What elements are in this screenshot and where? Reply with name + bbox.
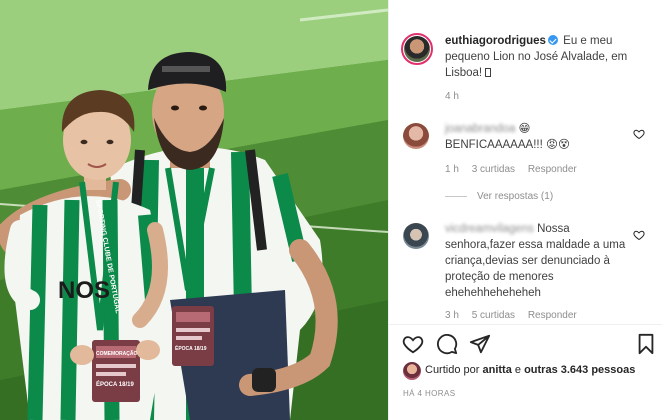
caption-meta: 4 h <box>445 91 469 102</box>
comment-body: vicdreamvilagens Nossa senhora,fazer ess… <box>445 221 631 301</box>
comment-meta: 3 h 5 curtidas Responder <box>445 310 587 321</box>
comment-bubble-icon[interactable] <box>436 333 458 355</box>
man-credential-text: ÉPOCA 18/19 <box>175 344 207 352</box>
emoji-glyph-icon <box>485 68 492 77</box>
comment-username[interactable]: vicdreamvilagens <box>445 223 534 235</box>
comment-reply-link[interactable]: Responder <box>528 310 577 321</box>
comment-time: 3 h <box>445 310 459 321</box>
comment-likes-count[interactable]: 3 curtidas <box>472 164 515 175</box>
save-bookmark-icon[interactable] <box>635 333 657 355</box>
comment-body: joanabrandoa 😁 BENFICAAAAAA!!! 😡😵 <box>445 121 631 153</box>
comment-text: BENFICAAAAAA!!! 😡😵 <box>445 139 570 151</box>
comment-like-heart-icon[interactable] <box>633 128 645 140</box>
comment-reply-link[interactable]: Responder <box>528 164 577 175</box>
likes-others[interactable]: outras 3.643 pessoas <box>524 364 635 376</box>
comment-like-heart-icon[interactable] <box>633 229 645 241</box>
credential-line-1: COMEMORAÇÃO <box>96 350 137 357</box>
verified-badge-icon <box>547 35 558 45</box>
liker-avatar[interactable] <box>403 362 421 380</box>
comment-time: 1 h <box>445 164 459 175</box>
comment-avatar[interactable] <box>403 123 429 149</box>
view-replies-link[interactable]: Ver respostas (1) <box>445 191 553 202</box>
comment-username[interactable]: joanabrandoa <box>445 123 515 135</box>
caption-time: 4 h <box>445 91 459 102</box>
likes-connector: e <box>514 364 522 376</box>
likes-user[interactable]: anitta <box>482 364 511 376</box>
comment-meta: 1 h 3 curtidas Responder <box>445 164 587 175</box>
comment-likes-count[interactable]: 5 curtidas <box>472 310 515 321</box>
share-paper-plane-icon[interactable] <box>469 333 491 355</box>
actions-divider <box>389 324 662 325</box>
comment-avatar[interactable] <box>403 223 429 249</box>
author-avatar[interactable] <box>401 33 433 65</box>
photo-scene: NOS SPORTING CLUBE DE PORTUGAL COMEMORAÇ… <box>0 0 388 420</box>
comment-username-emoji: 😁 <box>518 123 531 135</box>
caption-username[interactable]: euthiagorodrigues <box>445 35 546 47</box>
likes-summary: Curtido por anitta e outras 3.643 pessoa… <box>425 364 635 376</box>
post-timestamp[interactable]: HÁ 4 HORAS <box>403 389 455 398</box>
likes-prefix: Curtido por <box>425 364 480 376</box>
post-photo[interactable]: NOS SPORTING CLUBE DE PORTUGAL COMEMORAÇ… <box>0 0 388 420</box>
credential-line-2: ÉPOCA 18/19 <box>96 380 134 388</box>
shirt-sponsor-text: NOS <box>58 277 110 304</box>
like-heart-icon[interactable] <box>402 333 424 355</box>
post-caption: euthiagorodrigues Eu e meu pequeno Lion … <box>445 33 657 81</box>
post-side-panel: euthiagorodrigues Eu e meu pequeno Lion … <box>388 0 662 420</box>
